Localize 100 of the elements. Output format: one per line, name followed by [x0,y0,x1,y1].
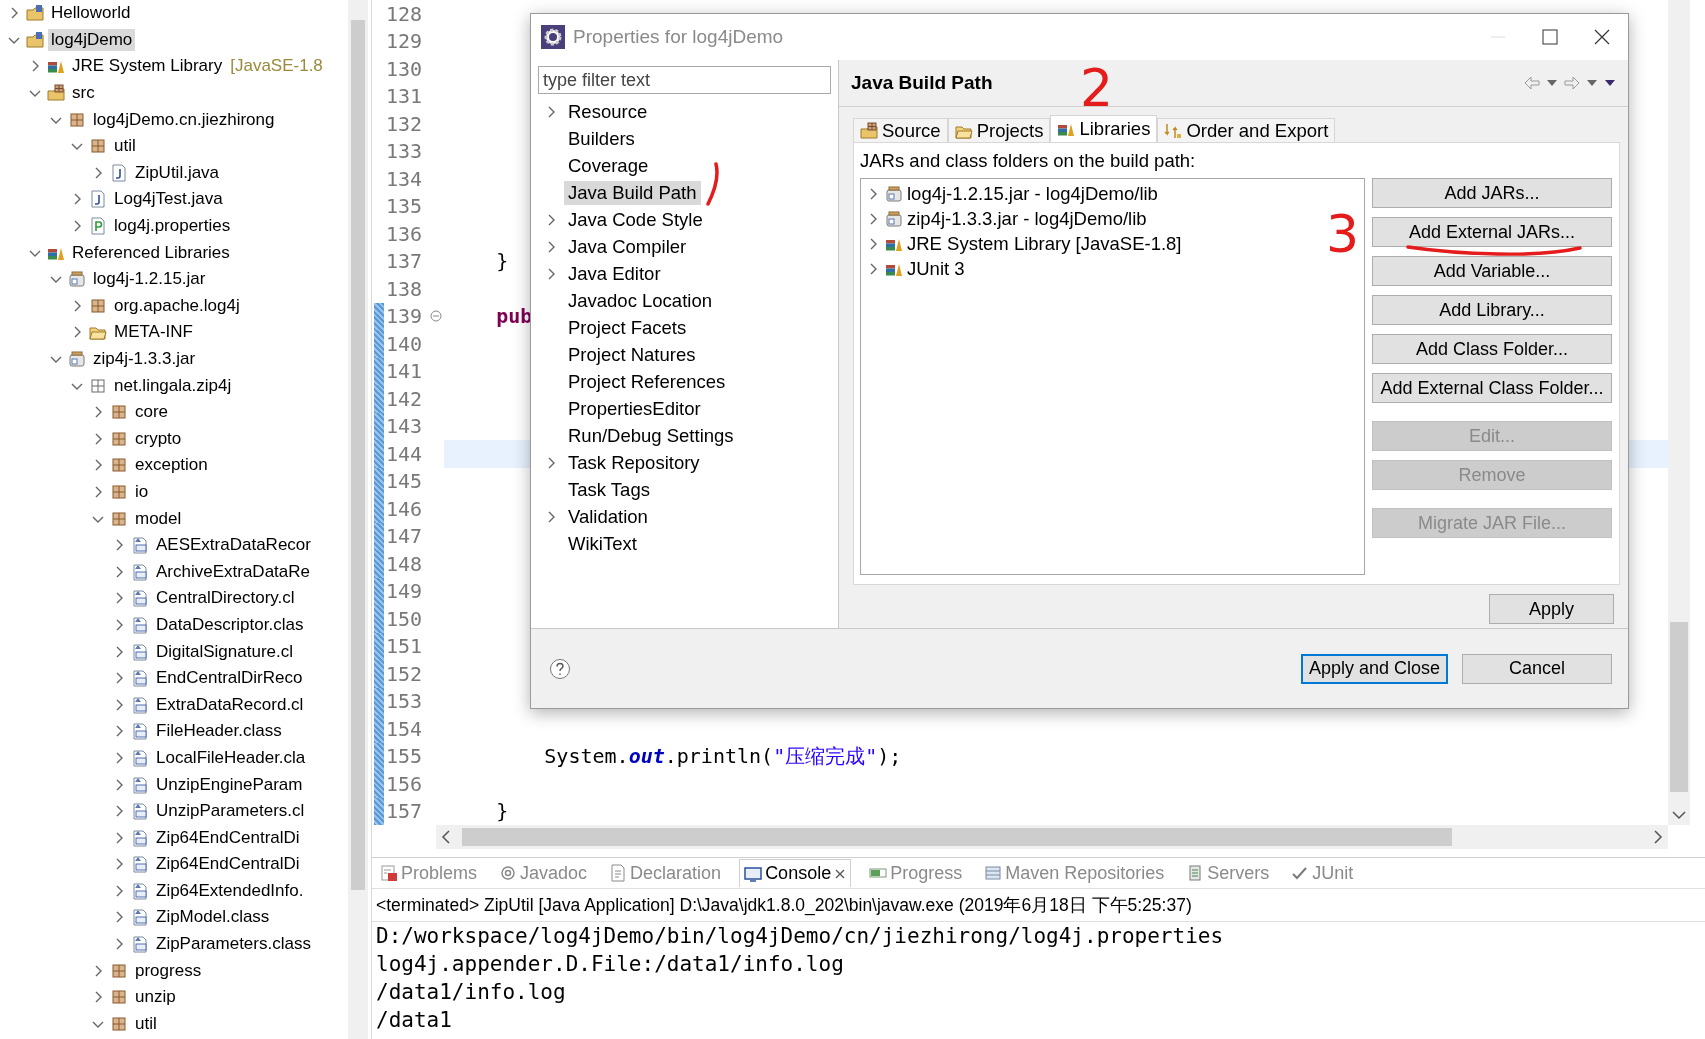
view-tab[interactable]: Maven Repositories [980,859,1169,887]
tree-item[interactable]: zip4j-1.3.3.jar [90,348,199,370]
tree-item[interactable]: DigitalSignature.cl [153,640,296,663]
line-number: 142 [385,386,424,411]
view-tab[interactable]: Declaration [605,859,726,887]
preference-page-item[interactable]: PropertiesEditor [564,396,705,421]
preference-page-item[interactable]: Project Natures [564,342,700,367]
tab[interactable]: Order and Export [1157,118,1336,142]
maximize-icon[interactable] [1542,29,1558,45]
package-icon [110,483,128,501]
tree-item[interactable]: Zip64ExtendedInfo. [153,879,307,902]
project-folder-icon [26,4,44,23]
tree-item[interactable]: src [69,82,98,105]
tab[interactable]: Libraries [1050,115,1158,142]
build-path-entry[interactable]: log4j-1.2.15.jar - log4jDemo/lib [907,182,1158,205]
view-tab[interactable]: Problems [376,859,482,887]
tree-item[interactable]: io [132,481,152,503]
preference-page-item[interactable]: Java Editor [564,261,665,286]
preference-page-item[interactable]: Java Compiler [564,234,691,259]
build-path-entry[interactable]: zip4j-1.3.3.jar - log4jDemo/lib [907,207,1147,230]
tab[interactable]: Source [853,118,948,142]
package-icon [110,509,128,528]
line-number: 155 [385,744,424,769]
tree-item[interactable]: UnzipParameters.cl [153,800,308,823]
button[interactable]: Add External Class Folder... [1372,373,1612,403]
preference-page-item[interactable]: Java Code Style [564,207,707,232]
tree-item[interactable]: AESExtraDataRecor [153,534,314,557]
close-icon[interactable] [834,867,847,880]
filter-field[interactable]: type filter text [538,66,831,94]
apply-button[interactable]: Apply [1489,594,1614,624]
dropdown-icon[interactable] [1546,79,1558,87]
preference-page-item[interactable]: Java Build Path [564,180,701,205]
tree-item[interactable]: UnzipEngineParam [153,773,306,796]
tree-item[interactable]: ArchiveExtraDataRe [153,560,313,583]
tree-item[interactable]: crypto [132,427,185,450]
tree-item[interactable]: META-INF [111,321,196,344]
tab[interactable]: Projects [947,118,1051,142]
tree-item[interactable]: net.lingala.zip4j [111,374,235,397]
button[interactable]: Add Library... [1372,295,1612,325]
tree-item[interactable]: Referenced Libraries [69,241,233,264]
preference-page-item[interactable]: Builders [564,126,639,151]
scrollbar[interactable] [348,0,368,1039]
tree-item[interactable]: model [132,507,185,530]
preference-page-item[interactable]: Resource [564,99,652,124]
tree-item[interactable]: ZipModel.class [153,906,273,929]
tree-item[interactable]: ExtraDataRecord.cl [153,693,307,716]
tree-item[interactable]: Zip64EndCentralDi [153,853,303,876]
tree-item[interactable]: exception [132,454,211,477]
preference-page-item[interactable]: Run/Debug Settings [564,423,738,448]
tree-item[interactable]: core [132,401,172,424]
preference-page-item[interactable]: Task Tags [564,477,654,502]
scrollbar[interactable] [436,825,1668,849]
button[interactable]: Add Class Folder... [1372,334,1612,364]
tree-item[interactable]: EndCentralDirReco [153,667,306,690]
monitor-icon [744,864,763,883]
tree-item[interactable]: log4jDemo.cn.jiezhirong [90,108,278,131]
console-line: log4j.appender.D.File:/data1/info.log [376,951,845,978]
tree-item[interactable]: Log4jTest.java [111,188,226,211]
tree-item[interactable]: Zip64EndCentralDi [153,826,303,849]
button[interactable]: Add JARs... [1372,178,1612,208]
button[interactable]: Add External JARs... [1372,217,1612,247]
build-path-entry[interactable]: JUnit 3 [907,257,965,280]
view-tab[interactable]: Servers [1182,859,1274,887]
tree-item[interactable]: util [111,135,139,158]
button[interactable]: Apply and Close [1301,653,1448,684]
preference-page-item[interactable]: Validation [564,504,652,529]
tree-item[interactable]: ZipParameters.class [153,933,314,956]
tree-item[interactable]: unzip [132,986,179,1009]
view-tab[interactable]: Console [739,859,852,887]
scrollbar[interactable] [1668,0,1690,825]
scrollbar-thumb[interactable] [462,828,1452,846]
tree-item[interactable]: progress [132,959,205,982]
build-path-entry[interactable]: JRE System Library [JavaSE-1.8] [907,232,1182,255]
tree-item[interactable]: ZipUtil.java [132,161,223,184]
tree-item[interactable]: JRE System Library [69,55,226,78]
preference-page-item[interactable]: Task Repository [564,450,704,475]
preference-page-item[interactable]: Project References [564,369,730,394]
tree-item[interactable]: CentralDirectory.cl [153,587,298,610]
preference-page-item[interactable]: WikiText [564,531,641,556]
view-tab[interactable]: Progress [865,859,967,887]
tree-item[interactable]: log4j-1.2.15.jar [90,268,209,291]
scrollbar-thumb[interactable] [1670,622,1688,792]
menu-icon[interactable] [1604,79,1616,87]
button[interactable]: Add Variable... [1372,256,1612,286]
tree-item[interactable]: LocalFileHeader.cla [153,746,309,769]
help-icon[interactable] [549,657,571,680]
scrollbar-thumb[interactable] [351,20,365,890]
tree-item[interactable]: Helloworld [48,2,134,25]
preference-page-item[interactable]: Coverage [564,153,653,178]
close-icon[interactable] [1594,29,1610,45]
button[interactable]: Cancel [1462,653,1612,684]
preference-page-item[interactable]: Project Facets [564,315,691,340]
tree-item[interactable]: log4j.properties [111,215,234,238]
preference-page-item[interactable]: Javadoc Location [564,288,716,313]
tree-item[interactable]: DataDescriptor.clas [153,613,307,636]
tree-item[interactable]: FileHeader.class [153,720,285,743]
tree-item[interactable]: org.apache.log4j [111,294,243,317]
dropdown-icon[interactable] [1586,79,1598,87]
tree-item[interactable]: util [132,1012,160,1035]
tree-item[interactable]: log4jDemo [48,28,136,51]
